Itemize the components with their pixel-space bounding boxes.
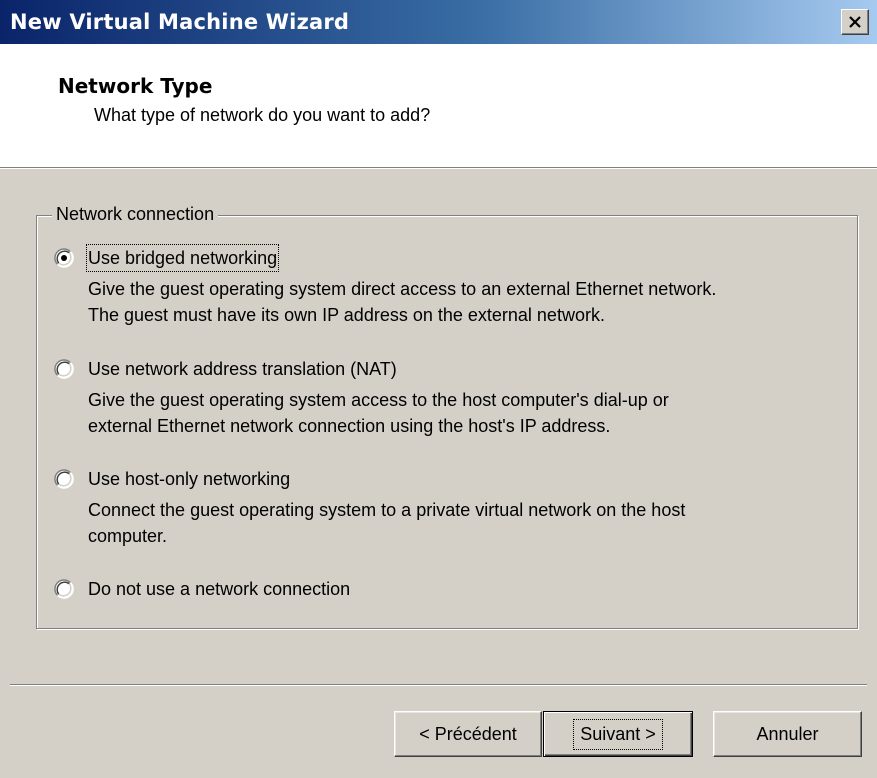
group-legend: Network connection [52, 204, 219, 225]
back-button-label: < Précédent [419, 723, 517, 744]
next-button[interactable]: Suivant > [543, 711, 693, 757]
page-subtitle: What type of network do you want to add? [94, 105, 431, 125]
window-title: New Virtual Machine Wizard [10, 10, 350, 34]
radio-unselected-icon[interactable] [54, 579, 74, 599]
option-host-only-desc-2: computer. [88, 526, 168, 546]
back-button[interactable]: < Précédent [394, 711, 542, 757]
page-title: Network Type [58, 74, 213, 98]
close-icon [849, 16, 861, 28]
option-bridged-desc-2: The guest must have its own IP address o… [88, 305, 605, 325]
option-nat-label[interactable]: Use network address translation (NAT) [88, 357, 397, 381]
title-bar[interactable]: New Virtual Machine Wizard [0, 0, 877, 44]
option-nat-desc-2: external Ethernet network connection usi… [88, 416, 611, 436]
next-button-label: Suivant > [573, 718, 663, 750]
cancel-button-label: Annuler [756, 723, 819, 744]
radio-selected-icon[interactable] [54, 248, 74, 268]
option-bridged-desc-1: Give the guest operating system direct a… [88, 279, 717, 299]
radio-unselected-icon[interactable] [54, 469, 74, 489]
option-host-only-label[interactable]: Use host-only networking [88, 467, 290, 491]
option-bridged-label[interactable]: Use bridged networking [85, 244, 280, 272]
option-host-only-desc-1: Connect the guest operating system to a … [88, 500, 686, 520]
wizard-header: Network Type What type of network do you… [0, 44, 877, 169]
close-button[interactable] [841, 9, 869, 35]
option-no-network-label[interactable]: Do not use a network connection [88, 577, 350, 601]
option-nat-desc-1: Give the guest operating system access t… [88, 390, 669, 410]
radio-unselected-icon[interactable] [54, 359, 74, 379]
wizard-window: New Virtual Machine Wizard Network Type … [0, 0, 877, 778]
footer-separator [10, 684, 867, 686]
cancel-button[interactable]: Annuler [713, 711, 862, 757]
